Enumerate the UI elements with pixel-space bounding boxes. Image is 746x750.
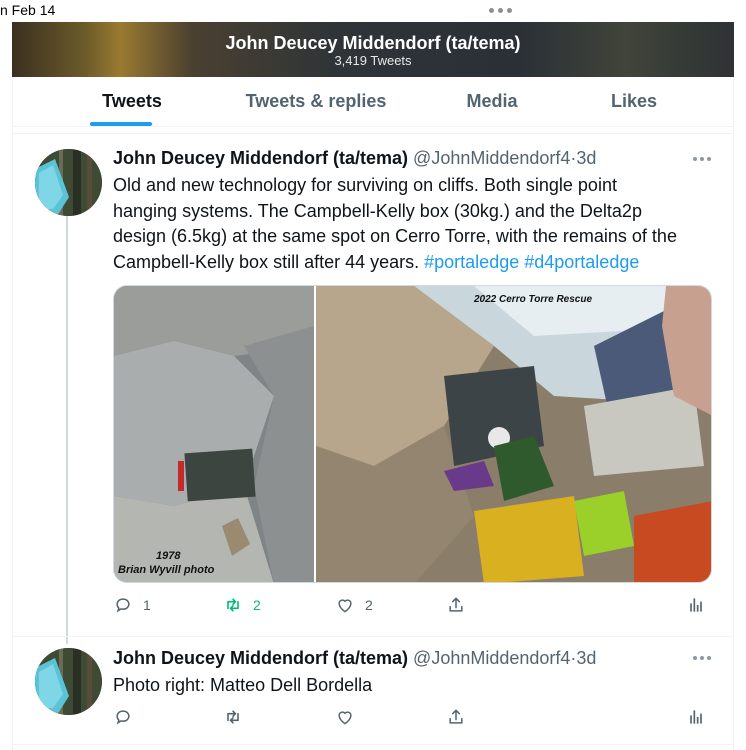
tab-tweets[interactable]: Tweets	[72, 77, 192, 127]
tweet-text-line: Old and new technology for surviving on …	[113, 175, 617, 195]
divider	[12, 636, 734, 637]
analytics-button[interactable]	[686, 595, 706, 615]
avatar[interactable]	[35, 648, 102, 715]
more-icon[interactable]	[693, 656, 711, 660]
divider	[12, 744, 734, 745]
tweet-text-line: design (6.5kg) at the same spot on Cerro…	[113, 226, 677, 246]
window-handle-dots[interactable]	[489, 8, 512, 13]
reply-icon	[116, 598, 130, 613]
profile-header-banner: John Deucey Middendorf (ta/tema) 3,419 T…	[12, 22, 734, 77]
divider	[12, 133, 734, 134]
tab-tweets-replies[interactable]: Tweets & replies	[228, 77, 404, 127]
tweet-author-handle[interactable]: @JohnMiddendorf4	[413, 648, 570, 668]
share-button[interactable]	[446, 595, 466, 615]
tweet-header: John Deucey Middendorf (ta/tema) @JohnMi…	[113, 147, 596, 169]
share-button[interactable]	[446, 707, 466, 727]
analytics-button[interactable]	[686, 707, 706, 727]
tweet-timestamp[interactable]: 3d	[576, 148, 596, 168]
avatar[interactable]	[35, 149, 102, 216]
heart-icon	[338, 599, 352, 613]
tweet-text-line: Campbell-Kelly box still after 44 years.…	[113, 250, 713, 276]
tweet-text-line: hanging systems. The Campbell-Kelly box …	[113, 200, 642, 221]
more-icon[interactable]	[693, 157, 711, 161]
tweet-header: John Deucey Middendorf (ta/tema) @JohnMi…	[113, 647, 596, 669]
tweet-count: 3,419 Tweets	[334, 53, 412, 68]
profile-tabs: Tweets Tweets & replies Media Likes	[12, 77, 734, 127]
hashtag-link[interactable]: #portaledge	[424, 252, 519, 272]
tweet-author-name[interactable]: John Deucey Middendorf (ta/tema)	[113, 648, 408, 668]
thread-connector-line	[66, 216, 68, 644]
hashtag-link[interactable]: #d4portaledge	[524, 252, 639, 272]
retweet-button[interactable]: 2	[223, 595, 261, 615]
reply-count: 1	[143, 597, 151, 613]
retweet-icon	[227, 710, 239, 724]
retweet-icon	[227, 598, 239, 612]
media-caption-year: 1978	[156, 550, 181, 562]
tab-media[interactable]: Media	[442, 77, 542, 127]
active-tab-indicator	[90, 122, 152, 126]
tweet-timestamp[interactable]: 3d	[576, 648, 596, 668]
tweet-text-segment: Campbell-Kelly box still after 44 years.	[113, 251, 420, 272]
tweet-media[interactable]: 1978 Brian Wyvill photo 2022 Cerro Torre…	[113, 285, 712, 583]
share-icon	[449, 709, 463, 724]
status-bar-date: n Feb 14	[0, 2, 56, 18]
media-caption-title: 2022 Cerro Torre Rescue	[473, 294, 592, 305]
retweet-count: 2	[253, 597, 261, 613]
like-count: 2	[365, 597, 373, 613]
reply-button[interactable]: 1	[113, 595, 151, 615]
analytics-icon	[690, 710, 702, 724]
tweet-photo: 1978 Brian Wyvill photo 2022 Cerro Torre…	[114, 286, 711, 582]
like-button[interactable]	[335, 707, 355, 727]
media-caption-credit: Brian Wyvill photo	[118, 564, 215, 576]
analytics-icon	[690, 598, 702, 612]
tweet-text: Photo right: Matteo Dell Bordella	[113, 675, 373, 695]
tweet-author-handle[interactable]: @JohnMiddendorf4	[413, 148, 570, 168]
reply-icon	[116, 710, 130, 725]
retweet-button[interactable]	[223, 707, 243, 727]
like-button[interactable]: 2	[335, 595, 373, 615]
reply-button[interactable]	[113, 707, 133, 727]
tweet-text: Old and new technology for surviving on …	[113, 173, 713, 275]
heart-icon	[338, 711, 352, 725]
share-icon	[449, 597, 463, 612]
tab-likes[interactable]: Likes	[584, 77, 684, 127]
tweet-author-name[interactable]: John Deucey Middendorf (ta/tema)	[113, 148, 408, 168]
profile-name: John Deucey Middendorf (ta/tema)	[225, 33, 521, 53]
